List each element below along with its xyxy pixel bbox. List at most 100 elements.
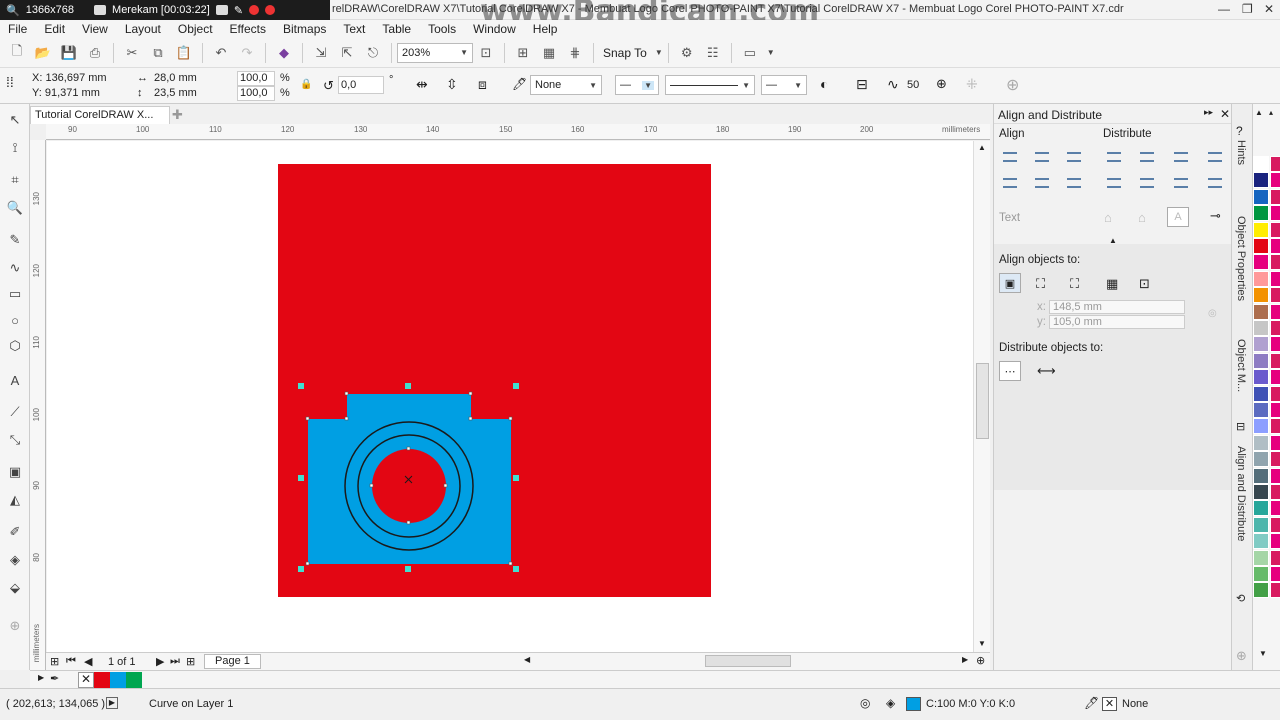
add-page-after-icon[interactable]: ⊞ <box>186 655 195 668</box>
palette-swatch[interactable] <box>1253 549 1269 566</box>
object-height[interactable]: 23,5 mm <box>154 87 197 99</box>
palette-swatch[interactable] <box>1253 188 1269 205</box>
palette-down-icon[interactable]: ▼ <box>1259 649 1267 658</box>
distribute-left-icon[interactable] <box>1107 152 1121 162</box>
palette-swatch[interactable] <box>1253 582 1269 599</box>
menu-help[interactable]: Help <box>533 22 558 36</box>
first-page-icon[interactable]: ⏮ <box>66 655 76 668</box>
interactive-fill-icon[interactable]: ◈ <box>5 550 25 570</box>
menu-tools[interactable]: Tools <box>428 22 456 36</box>
palette-swatch-secondary[interactable] <box>1270 467 1280 484</box>
distribute-bottom-icon[interactable] <box>1208 178 1222 188</box>
palette-swatch-secondary[interactable] <box>1270 188 1280 205</box>
add-tool-icon[interactable]: ⊕ <box>5 616 25 636</box>
new-icon[interactable]: 🗋 <box>8 43 26 62</box>
palette-swatch-secondary[interactable] <box>1270 270 1280 287</box>
palette-swatch-secondary[interactable] <box>1270 484 1280 500</box>
navigator-icon[interactable]: ⊕ <box>976 654 985 667</box>
text-align-icon[interactable]: ⊸ <box>1210 208 1221 224</box>
extract-subpath-icon[interactable]: ⊟ <box>856 76 868 93</box>
connector-tool-icon[interactable]: ⤡ <box>5 430 25 450</box>
palette-swatch[interactable] <box>1253 238 1269 254</box>
eyedropper-icon[interactable]: ✒ <box>50 672 59 685</box>
scroll-left-icon[interactable]: ◀ <box>524 655 530 664</box>
smart-fill-icon[interactable]: ⬙ <box>5 578 25 598</box>
text-bbox-icon[interactable]: A <box>1167 207 1189 227</box>
palette-swatch[interactable] <box>1253 566 1269 582</box>
scroll-right-icon[interactable]: ▶ <box>962 655 968 664</box>
distribute-center-h-icon[interactable] <box>1140 152 1154 162</box>
save-icon[interactable]: 💾 <box>60 44 78 62</box>
shape-tool-icon[interactable]: ⟟ <box>5 138 25 158</box>
object-width[interactable]: 28,0 mm <box>154 72 197 84</box>
palette-swatch-secondary[interactable] <box>1270 320 1280 336</box>
page-tab[interactable]: Page 1 <box>204 654 261 669</box>
document-tab[interactable]: Tutorial CorelDRAW X... <box>30 106 170 124</box>
page-center-icon[interactable]: ⛶ <box>1070 276 1079 292</box>
text-baseline-icon[interactable]: ⌂ <box>1104 210 1112 225</box>
palette-swatch[interactable] <box>1253 254 1269 271</box>
mirror-vertical-icon[interactable]: ⇳ <box>446 76 458 93</box>
docker-close-icon[interactable]: ✕ <box>1220 107 1230 121</box>
y-coord-field[interactable]: 105,0 mm <box>1049 315 1185 329</box>
import-icon[interactable]: ⇲ <box>312 44 330 62</box>
scale-height-field[interactable]: 100,0 <box>237 86 275 101</box>
palette-swatch[interactable] <box>1253 484 1269 500</box>
restore-icon[interactable]: ❐ <box>1242 2 1253 16</box>
no-color-swatch[interactable]: ✕ <box>78 672 94 688</box>
color-proof-icon[interactable]: ◎ <box>860 696 870 710</box>
copy-icon[interactable]: ⧉ <box>149 44 167 62</box>
camera-logo-shape[interactable] <box>290 378 530 578</box>
palette-swatch[interactable] <box>1253 205 1269 222</box>
position-x[interactable]: X: 136,697 mm <box>32 72 107 84</box>
grid-icon[interactable]: ▦ <box>1106 276 1118 292</box>
outline-width-dropdown[interactable]: None ▼ <box>530 75 602 95</box>
export-icon[interactable]: ⇱ <box>338 44 356 62</box>
palette-swatch[interactable] <box>1253 352 1269 369</box>
palette-swatch-secondary[interactable] <box>1270 352 1280 369</box>
start-arrow-dropdown[interactable]: — ▼ <box>615 75 659 95</box>
align-center-h-icon[interactable] <box>1035 152 1049 162</box>
palette-swatch[interactable] <box>1253 467 1269 484</box>
show-rulers-icon[interactable]: ⊞ <box>514 44 532 62</box>
artistic-media-icon[interactable]: ∿ <box>5 258 25 278</box>
palette-swatch[interactable] <box>1253 303 1269 320</box>
options-icon[interactable]: ⚙ <box>678 44 696 62</box>
docker-expand-icon[interactable]: ▸▸ <box>1204 107 1213 118</box>
menu-text[interactable]: Text <box>343 22 365 36</box>
tab-object-properties[interactable]: Object Properties <box>1235 216 1247 301</box>
distribute-page-icon[interactable]: ⟷ <box>1037 363 1056 379</box>
fill-color-swatch[interactable] <box>906 697 921 711</box>
close-icon[interactable]: ✕ <box>1264 2 1274 16</box>
palette-swatch-secondary[interactable] <box>1270 238 1280 254</box>
scale-width-field[interactable]: 100,0 <box>237 71 275 86</box>
palette-swatch-secondary[interactable] <box>1270 451 1280 468</box>
record-icon[interactable] <box>249 5 260 15</box>
palette-swatch-secondary[interactable] <box>1270 549 1280 566</box>
rotation-angle-field[interactable]: 0,0 <box>338 76 384 94</box>
distribute-top-icon[interactable] <box>1107 178 1121 188</box>
tab-align-distribute[interactable]: Align and Distribute <box>1235 446 1247 541</box>
vertical-ruler[interactable]: 130 120 110 100 90 80 millimeters <box>30 140 46 670</box>
palette-swatch[interactable] <box>1253 533 1269 550</box>
prev-page-icon[interactable]: ◀ <box>84 655 92 668</box>
distribute-spacing-h-icon[interactable] <box>1174 152 1188 162</box>
publish-pdf-icon[interactable]: ⎋ <box>364 44 382 62</box>
palette-swatch-secondary[interactable] <box>1270 156 1280 172</box>
align-center-v-icon[interactable] <box>1035 178 1049 188</box>
distribute-spacing-v-icon[interactable] <box>1174 178 1188 188</box>
menu-layout[interactable]: Layout <box>125 22 161 36</box>
application-launcher-icon[interactable]: ☷ <box>704 44 722 62</box>
refresh-icon[interactable]: ⟲ <box>1236 592 1245 605</box>
align-top-icon[interactable] <box>1003 178 1017 188</box>
tab-object-manager[interactable]: Object M... <box>1235 339 1247 392</box>
drop-shadow-icon[interactable]: ▣ <box>5 462 25 482</box>
menu-table[interactable]: Table <box>382 22 411 36</box>
palette-swatch[interactable] <box>1253 385 1269 402</box>
palette-up-icon[interactable]: ▲ <box>1255 108 1263 117</box>
add-icon[interactable]: ⊕ <box>1006 75 1019 95</box>
palette-swatch-secondary[interactable] <box>1270 402 1280 418</box>
doc-swatch-red[interactable] <box>94 672 110 688</box>
show-grid-icon[interactable]: ▦ <box>540 44 558 62</box>
vertical-scroll-thumb[interactable] <box>976 363 989 439</box>
